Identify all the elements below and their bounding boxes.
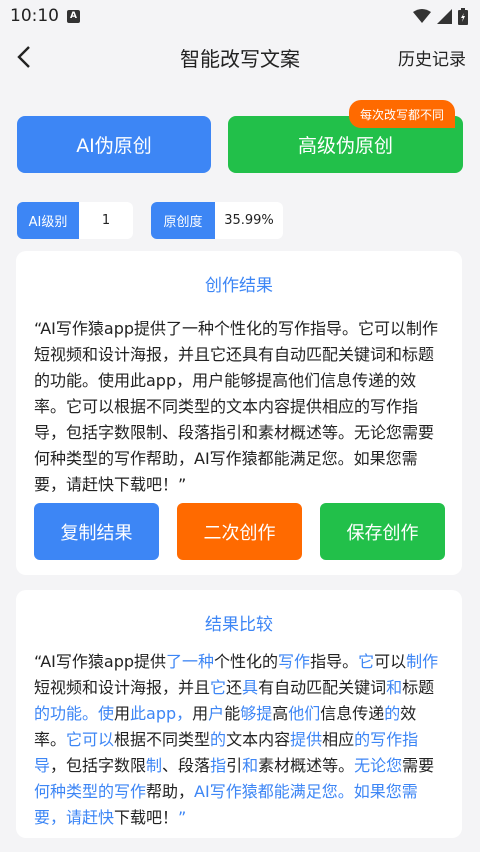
changed-segment: 的功能。使	[34, 704, 115, 723]
unchanged-segment: 标题	[402, 678, 435, 697]
unchanged-segment: 用	[192, 704, 209, 723]
unchanged-segment: 用	[114, 704, 131, 723]
unchanged-segment: 信息传递	[320, 704, 385, 723]
ai-level-value: 1	[101, 213, 111, 228]
unchanged-segment: 根据不同类型	[114, 730, 211, 749]
unchanged-segment: 下载吧！	[114, 808, 179, 827]
originality-stat: 原创度 35.99%	[151, 202, 283, 239]
signal-icon	[437, 8, 452, 24]
unchanged-segment: 有自动匹配关键词	[258, 678, 387, 697]
unchanged-segment: 高	[272, 704, 289, 723]
result-card: 创作结果 “AI写作猿app提供了一种个性化的写作指导。它可以制作短视频和设计海…	[16, 251, 462, 575]
ai-pseudo-original-button[interactable]: AI伪原创	[17, 116, 211, 173]
unchanged-segment: 能	[224, 704, 241, 723]
notification-icon: A	[67, 9, 80, 23]
changed-segment: ”	[178, 808, 187, 827]
unchanged-segment: 个性化的	[214, 652, 279, 671]
battery-icon	[458, 7, 468, 25]
changed-segment: 制	[146, 756, 163, 775]
originality-value: 35.99%	[224, 213, 274, 228]
changed-segment: 写作	[278, 652, 311, 671]
unchanged-segment: 素材概述等。	[258, 756, 355, 775]
unchanged-segment: 、段落	[162, 756, 211, 775]
changed-segment: 的	[384, 704, 401, 723]
changed-segment: 它	[358, 652, 375, 671]
unchanged-segment: 帮助，	[146, 782, 195, 801]
unchanged-segment: 文本内容	[226, 730, 291, 749]
changed-segment: 的	[210, 730, 227, 749]
unchanged-segment: 指导。	[310, 652, 359, 671]
unchanged-segment: 引	[226, 756, 243, 775]
changed-segment: 够提	[240, 704, 273, 723]
changed-segment: 无论您	[354, 756, 403, 775]
changed-segment: 它	[210, 678, 227, 697]
changed-segment: 提供	[290, 730, 323, 749]
app-bar: 智能改写文案 历史记录	[0, 32, 480, 82]
unchanged-segment: 短视频和设计海报，并且	[34, 678, 211, 697]
copy-result-button[interactable]: 复制结果	[34, 503, 159, 560]
status-time: 10:10	[10, 6, 59, 26]
ai-level-label: AI级别	[17, 202, 79, 239]
changed-segment: 指	[210, 756, 227, 775]
result-title: 创作结果	[205, 276, 273, 296]
changed-segment: 和	[242, 756, 259, 775]
changed-segment: 和	[386, 678, 403, 697]
changed-segment: 具	[242, 678, 259, 697]
changed-segment: 他们	[288, 704, 321, 723]
unchanged-segment: “AI写作猿app提供	[34, 652, 167, 671]
changed-segment: 它可以	[66, 730, 115, 749]
ai-level-stat: AI级别 1	[17, 202, 133, 239]
unchanged-segment: 可以	[374, 652, 407, 671]
changed-segment: 制作	[406, 652, 439, 671]
variation-badge: 每次改写都不同	[349, 100, 455, 128]
changed-segment: 户	[208, 704, 225, 723]
save-button[interactable]: 保存创作	[320, 503, 445, 560]
recreate-button[interactable]: 二次创作	[177, 503, 302, 560]
compare-title: 结果比较	[205, 615, 273, 635]
unchanged-segment: 相应	[322, 730, 355, 749]
originality-label: 原创度	[151, 202, 215, 239]
result-text: “AI写作猿app提供了一种个性化的写作指导。它可以制作短视频和设计海报，并且它…	[34, 319, 439, 494]
wifi-icon	[413, 9, 431, 23]
history-button[interactable]: 历史记录	[398, 45, 466, 70]
unchanged-segment: ，包括字数限	[50, 756, 147, 775]
changed-segment: 此app，	[130, 704, 193, 723]
back-button[interactable]	[0, 32, 48, 82]
unchanged-segment: 需要	[402, 756, 435, 775]
compare-text: “AI写作猿app提供了一种个性化的写作指导。它可以制作短视频和设计海报，并且它…	[34, 649, 444, 831]
changed-segment: 何种类型的写作	[34, 782, 147, 801]
unchanged-segment: 还	[226, 678, 243, 697]
status-bar: 10:10 A	[0, 0, 480, 32]
compare-card: 结果比较 “AI写作猿app提供了一种个性化的写作指导。它可以制作短视频和设计海…	[16, 590, 462, 838]
changed-segment: 了一种	[166, 652, 215, 671]
chevron-left-icon	[17, 46, 30, 68]
